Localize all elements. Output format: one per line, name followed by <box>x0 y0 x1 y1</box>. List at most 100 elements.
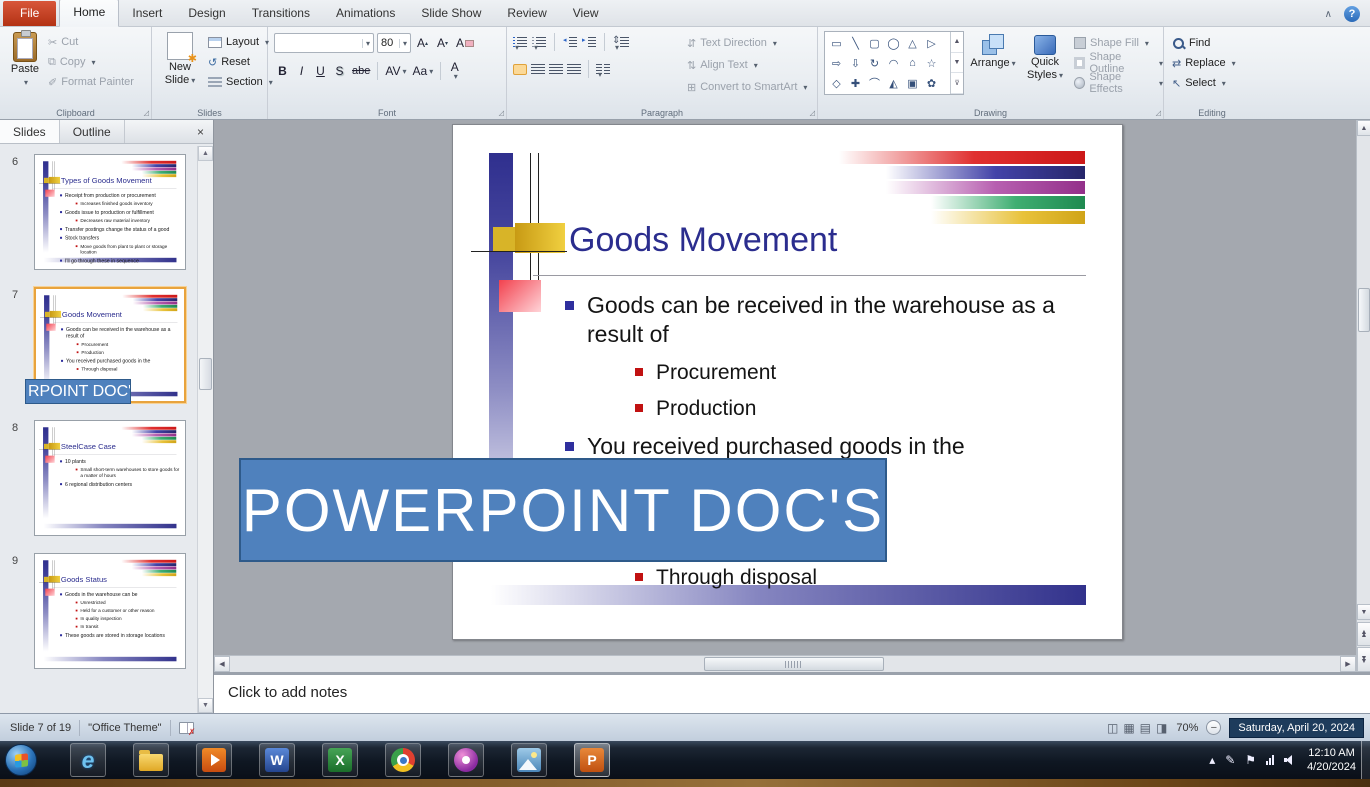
shape-icon[interactable]: ✚ <box>846 73 865 93</box>
format-painter-button[interactable]: ✐ Format Painter <box>48 72 134 92</box>
pen-input-icon[interactable]: ✎ <box>1225 754 1235 766</box>
reset-button[interactable]: Reset <box>208 52 273 72</box>
ribbon-tab-review[interactable]: Review <box>494 1 559 26</box>
scroll-right-icon[interactable]: ▶ <box>1340 656 1356 672</box>
shape-icon[interactable]: ◇ <box>827 73 846 93</box>
chevron-down-icon[interactable]: ▾ <box>361 38 370 48</box>
tab-slides[interactable]: Slides <box>0 120 60 143</box>
align-center-button[interactable] <box>531 63 545 75</box>
action-center-flag-icon[interactable]: ⚑ <box>1245 754 1256 766</box>
horizontal-scrollbar-thumb[interactable] <box>704 657 884 671</box>
volume-icon[interactable] <box>1284 754 1297 766</box>
tab-outline[interactable]: Outline <box>60 120 125 143</box>
font-name-combo[interactable]: ▾ <box>274 33 374 53</box>
panel-scroll-up-icon[interactable]: ▲ <box>198 146 213 161</box>
taskbar-media-player[interactable] <box>196 743 232 777</box>
new-slide-button[interactable]: New Slide <box>156 30 204 104</box>
find-button[interactable]: Find <box>1172 33 1236 53</box>
shape-icon[interactable]: ▭ <box>827 33 846 53</box>
panel-scrollbar-thumb[interactable] <box>199 358 212 390</box>
scroll-down-icon[interactable]: ▼ <box>1357 604 1370 620</box>
paste-button[interactable]: Paste <box>4 30 46 102</box>
ribbon-tab-view[interactable]: View <box>560 1 612 26</box>
shape-effects-button[interactable]: Shape Effects <box>1074 71 1163 95</box>
section-button[interactable]: Section <box>208 72 273 92</box>
ribbon-tab-design[interactable]: Design <box>175 1 238 26</box>
taskbar-powerpoint[interactable]: P <box>574 743 610 777</box>
columns-button[interactable] <box>596 63 610 75</box>
arrange-button[interactable]: Arrange <box>968 31 1018 103</box>
increase-indent-button[interactable] <box>582 36 596 48</box>
taskbar-chrome[interactable] <box>385 743 421 777</box>
spelling-status-icon[interactable] <box>178 721 196 738</box>
shapes-more-icon[interactable]: ⊽ <box>951 73 963 95</box>
text-shadow-button[interactable]: S <box>331 61 348 81</box>
slide-thumbnail-6[interactable]: 6 Types of Goods Movement Receipt from pro… <box>12 154 186 270</box>
shape-icon[interactable]: ▷ <box>922 33 941 53</box>
taskbar-file-explorer[interactable] <box>133 743 169 777</box>
taskbar-word[interactable]: W <box>259 743 295 777</box>
decrease-indent-button[interactable] <box>563 36 577 48</box>
quick-styles-button[interactable]: Quick Styles <box>1020 31 1070 103</box>
shape-outline-button[interactable]: Shape Outline <box>1074 51 1163 75</box>
change-case-button[interactable]: Aa <box>411 61 436 81</box>
panel-scroll-down-icon[interactable]: ▼ <box>198 698 213 713</box>
notes-pane[interactable]: Click to add notes <box>214 672 1370 713</box>
shape-icon[interactable]: ◠ <box>884 53 903 73</box>
taskbar-clock[interactable]: 12:10 AM 4/20/2024 <box>1307 746 1356 775</box>
ribbon-tab-animations[interactable]: Animations <box>323 1 408 26</box>
reading-view-icon[interactable]: ▤ <box>1139 721 1152 735</box>
select-button[interactable]: Select <box>1172 73 1236 93</box>
next-slide-button[interactable]: ▼ ▼ <box>1357 647 1370 672</box>
slide-thumbnail-9[interactable]: 9 Goods Status Goods in the warehouse can … <box>12 553 186 669</box>
shape-icon[interactable]: △ <box>903 33 922 53</box>
taskbar-excel[interactable]: X <box>322 743 358 777</box>
layout-button[interactable]: Layout <box>208 32 273 52</box>
zoom-level[interactable]: 70% <box>1176 722 1198 734</box>
shapes-scroll-up-icon[interactable]: ▲ <box>951 32 963 53</box>
bullets-button[interactable] <box>513 36 527 48</box>
copy-button[interactable]: ⧉ Copy <box>48 52 134 72</box>
shape-icon[interactable]: ☆ <box>922 53 941 73</box>
font-color-button[interactable]: A <box>446 61 463 81</box>
slideshow-icon[interactable]: ◨ <box>1155 721 1168 735</box>
slide-sorter-icon[interactable]: ▦ <box>1122 721 1135 735</box>
justify-button[interactable] <box>567 63 581 75</box>
shape-icon[interactable]: ▢ <box>865 33 884 53</box>
shrink-font-button[interactable]: A <box>434 33 451 53</box>
taskbar-internet-explorer[interactable]: e <box>70 743 106 777</box>
shape-icon[interactable]: ⌒ <box>865 73 884 93</box>
ribbon-tab-file[interactable]: File <box>3 1 57 26</box>
font-dialog-launcher-icon[interactable]: ◿ <box>499 110 504 117</box>
underline-button[interactable]: U <box>312 61 329 81</box>
previous-slide-button[interactable]: ▲ ▲ <box>1357 622 1370 646</box>
shape-icon[interactable]: ◯ <box>884 33 903 53</box>
current-slide-canvas[interactable]: Goods Movement Goods can be received in t… <box>452 124 1123 640</box>
zoom-out-button[interactable]: − <box>1206 720 1222 735</box>
shape-icon[interactable]: ◭ <box>884 73 903 93</box>
shape-icon[interactable]: ▣ <box>903 73 922 93</box>
shape-icon[interactable]: ⇨ <box>827 53 846 73</box>
align-left-button[interactable] <box>513 63 527 75</box>
close-icon[interactable]: × <box>188 120 213 143</box>
font-size-combo[interactable]: 80 ▾ <box>377 33 411 53</box>
convert-to-smartart-button[interactable]: Convert to SmartArt <box>687 76 807 98</box>
shape-icon[interactable]: ⌂ <box>903 53 922 73</box>
clear-formatting-button[interactable]: A <box>454 33 476 53</box>
minimize-ribbon-icon[interactable]: ∧ <box>1325 9 1332 20</box>
italic-button[interactable]: I <box>293 61 310 81</box>
text-direction-button[interactable]: Text Direction <box>687 32 807 54</box>
slide-title[interactable]: Goods Movement <box>569 221 837 260</box>
scroll-up-icon[interactable]: ▲ <box>1357 120 1370 136</box>
paragraph-dialog-launcher-icon[interactable]: ◿ <box>810 110 815 117</box>
ribbon-tab-transitions[interactable]: Transitions <box>239 1 323 26</box>
ribbon-tab-home[interactable]: Home <box>59 0 120 27</box>
bold-button[interactable]: B <box>274 61 291 81</box>
network-icon[interactable] <box>1266 755 1275 765</box>
ribbon-tab-insert[interactable]: Insert <box>119 1 175 26</box>
chevron-down-icon[interactable]: ▾ <box>398 38 407 48</box>
line-spacing-button[interactable] <box>612 35 629 48</box>
shapes-scroll-down-icon[interactable]: ▼ <box>951 53 963 74</box>
replace-button[interactable]: Replace <box>1172 53 1236 73</box>
shape-icon[interactable]: ↻ <box>865 53 884 73</box>
